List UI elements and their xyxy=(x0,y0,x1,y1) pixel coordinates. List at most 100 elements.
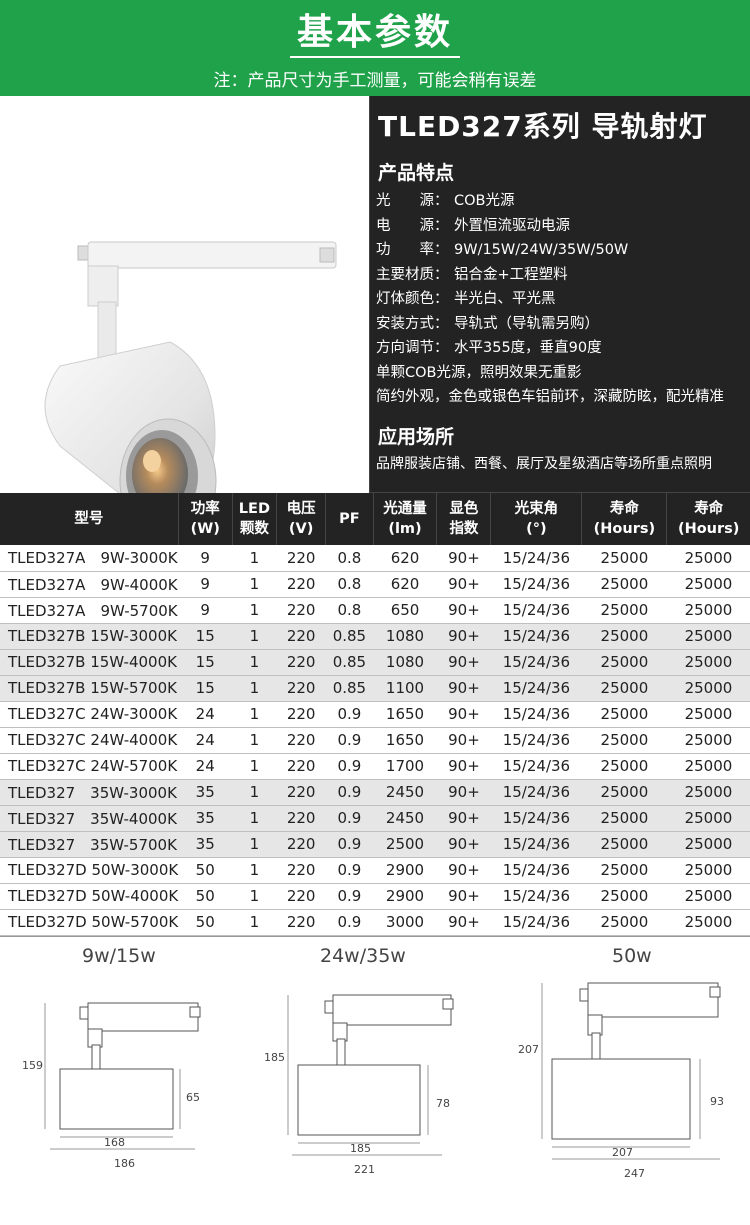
col-header-lumen: 光通量 (lm) xyxy=(373,493,438,545)
feature-row: 功 率： 9W/15W/24W/35W/50W xyxy=(376,238,744,263)
table-cell: 35 xyxy=(178,805,233,832)
col-header-life: 寿命 (Hours) xyxy=(581,493,668,545)
table-cell: 90+ xyxy=(436,597,491,624)
feature-extra: 单颗COB光源，照明效果无重影 xyxy=(376,364,582,381)
table-cell: 90+ xyxy=(436,649,491,676)
table-cell: 0.9 xyxy=(325,727,374,754)
table-cell: 25000 xyxy=(581,753,667,780)
table-cell: 220 xyxy=(276,883,326,910)
table-cell: 220 xyxy=(276,727,326,754)
feature-extra: 简约外观，金色或银色车铝前环，深藏防眩，配光精准 xyxy=(376,389,724,405)
page-title: 基本参数 xyxy=(296,12,453,53)
table-cell: 25000 xyxy=(581,701,667,728)
table-cell: 25000 xyxy=(581,831,667,858)
table-cell: 25000 xyxy=(666,753,750,780)
table-cell: 24 xyxy=(178,753,233,780)
table-row: TLED327 35W-3000K 35 1 220 0.9 2450 90+ 15/24/3… xyxy=(0,779,750,806)
table-cell: 0.8 xyxy=(325,545,374,572)
feature-key: 灯体颜色： xyxy=(376,291,449,307)
table-row: TLED327C 24W-5700K 24 1 220 0.9 1700 90+ 15/24/… xyxy=(0,753,750,780)
table-row: TLED327C 24W-3000K 24 1 220 0.9 1650 90+ 15/24/… xyxy=(0,701,750,728)
table-cell: 24 xyxy=(178,701,233,728)
feature-row: 安装方式： 导轨式（导轨需另购） xyxy=(376,312,744,337)
table-cell: 220 xyxy=(276,857,326,884)
table-cell: 1700 xyxy=(373,753,437,780)
table-cell: 50 xyxy=(178,883,233,910)
table-cell: 90+ xyxy=(436,883,491,910)
table-cell: 25000 xyxy=(666,623,750,650)
table-cell: 25000 xyxy=(581,545,667,572)
feature-key: 主要材质： xyxy=(376,266,449,283)
table-cell-model: TLED327C 24W-3000K xyxy=(0,701,179,728)
table-cell: 3000 xyxy=(373,909,437,936)
spec-table: 型号 功率 (W) LED 颗数 电压 (V) PF 光通量 (lm) 显色 指数 光束角… xyxy=(0,493,750,936)
table-cell: 1 xyxy=(232,675,277,702)
col-header-power: 功率 (W) xyxy=(178,493,233,545)
table-cell: 25000 xyxy=(581,623,667,650)
table-cell: 15/24/36 xyxy=(490,675,582,702)
table-row: TLED327A 9W-3000K 9 1 220 0.8 620 90+ 15/24/36 2… xyxy=(0,545,750,572)
applications-text: 品牌服装店铺、西餐、展厅及星级酒店等场所重点照明 xyxy=(376,455,712,472)
table-cell: 0.85 xyxy=(325,623,374,650)
table-cell: 15/24/36 xyxy=(490,649,582,676)
table-cell: 220 xyxy=(276,805,326,832)
feature-value: 外置恒流驱动电源 xyxy=(454,217,570,234)
table-cell: 25000 xyxy=(581,675,667,702)
table-cell: 15/24/36 xyxy=(490,727,582,754)
product-photo xyxy=(0,96,370,544)
table-cell-model: TLED327B 15W-4000K xyxy=(0,649,179,676)
title-underline xyxy=(290,56,460,58)
table-cell: 1080 xyxy=(373,623,437,650)
table-cell: 1650 xyxy=(373,727,437,754)
page-header: 基本参数 注：产品尺寸为手工测量，可能会稍有误差 xyxy=(0,0,750,96)
table-cell: 1 xyxy=(232,779,277,806)
dim-height-50w: 207 xyxy=(518,1042,539,1056)
table-cell: 2450 xyxy=(373,779,437,806)
table-cell: 220 xyxy=(276,545,326,572)
table-cell: 220 xyxy=(276,649,326,676)
table-row: TLED327D 50W-4000K 50 1 220 0.9 2900 90+ 15/24/… xyxy=(0,883,750,910)
dim-body-width-24w: 185 xyxy=(350,1141,371,1155)
table-cell: 90+ xyxy=(436,623,491,650)
table-cell: 0.9 xyxy=(325,909,374,936)
table-cell: 0.9 xyxy=(325,701,374,728)
feature-value: 9W/15W/24W/35W/50W xyxy=(454,242,629,258)
table-row: TLED327A 9W-5700K 9 1 220 0.8 650 90+ 15/24/36 2… xyxy=(0,597,750,624)
dimension-lines xyxy=(44,982,721,1159)
track-light-illustration xyxy=(44,241,337,544)
table-cell-model: TLED327D 50W-3000K xyxy=(0,857,179,884)
table-cell: 2900 xyxy=(373,883,437,910)
table-cell: 1 xyxy=(232,545,277,572)
table-cell: 1650 xyxy=(373,701,437,728)
table-cell: 25000 xyxy=(581,909,667,936)
feature-row: 光 源： COB光源 xyxy=(376,189,744,214)
dim-total-width-24w: 221 xyxy=(354,1162,375,1176)
table-cell: 0.9 xyxy=(325,831,374,858)
table-cell: 1 xyxy=(232,883,277,910)
table-cell: 25000 xyxy=(666,597,750,624)
table-cell: 1 xyxy=(232,649,277,676)
table-cell: 2900 xyxy=(373,857,437,884)
table-cell: 15/24/36 xyxy=(490,597,582,624)
table-row: TLED327B 15W-5700K 15 1 220 0.85 1100 90+ 15/24… xyxy=(0,675,750,702)
table-cell-model: TLED327C 24W-4000K xyxy=(0,727,179,754)
dim-body-height-9w: 65 xyxy=(186,1090,200,1104)
dim-body-height-50w: 93 xyxy=(710,1094,724,1108)
col-header-cri: 显色 指数 xyxy=(436,493,492,545)
table-cell: 2450 xyxy=(373,805,437,832)
table-cell: 15/24/36 xyxy=(490,753,582,780)
table-cell-model: TLED327A 9W-4000K xyxy=(0,571,179,598)
table-cell: 25000 xyxy=(581,779,667,806)
product-overview: TLED327系列 导轨射灯 产品特点 光 源： COB光源 电 源： 外置恒流驱动… xyxy=(0,96,750,544)
measurement-note: 注：产品尺寸为手工测量，可能会稍有误差 xyxy=(213,71,537,91)
table-cell: 15/24/36 xyxy=(490,623,582,650)
table-cell: 90+ xyxy=(436,805,491,832)
table-cell-model: TLED327C 24W-5700K xyxy=(0,753,179,780)
dim-body-height-24w: 78 xyxy=(436,1096,450,1110)
table-cell-model: TLED327 35W-5700K xyxy=(0,831,179,858)
table-cell: 1 xyxy=(232,753,277,780)
table-cell: 24 xyxy=(178,727,233,754)
table-cell: 25000 xyxy=(581,597,667,624)
table-cell: 0.8 xyxy=(325,597,374,624)
table-cell: 25000 xyxy=(581,857,667,884)
